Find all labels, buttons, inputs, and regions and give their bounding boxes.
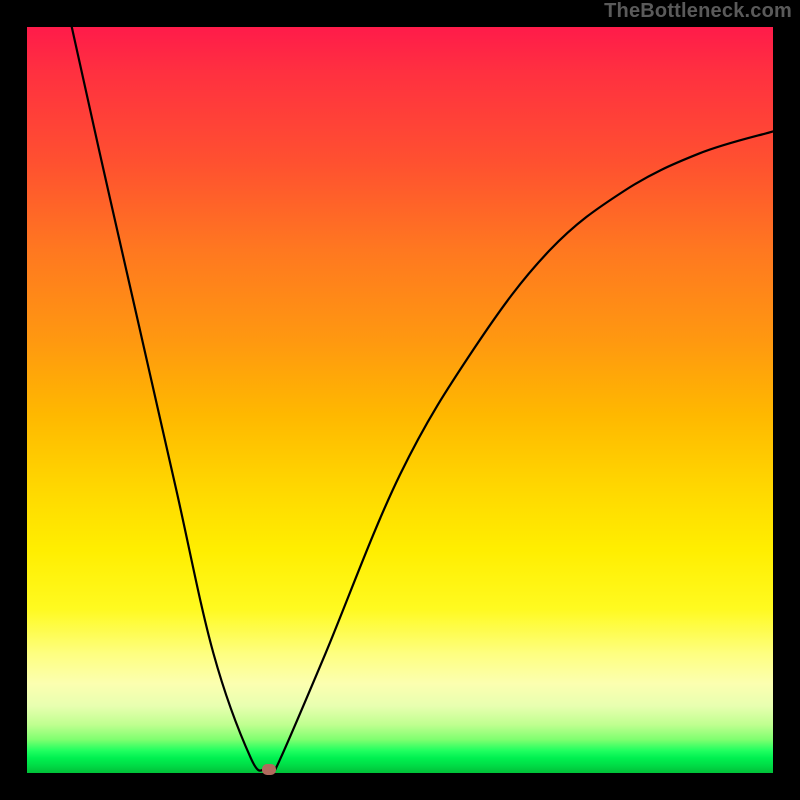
optimal-point-marker bbox=[262, 764, 276, 775]
chart-frame: TheBottleneck.com bbox=[0, 0, 800, 800]
watermark-text: TheBottleneck.com bbox=[604, 0, 792, 23]
bottleneck-curve bbox=[27, 27, 773, 773]
